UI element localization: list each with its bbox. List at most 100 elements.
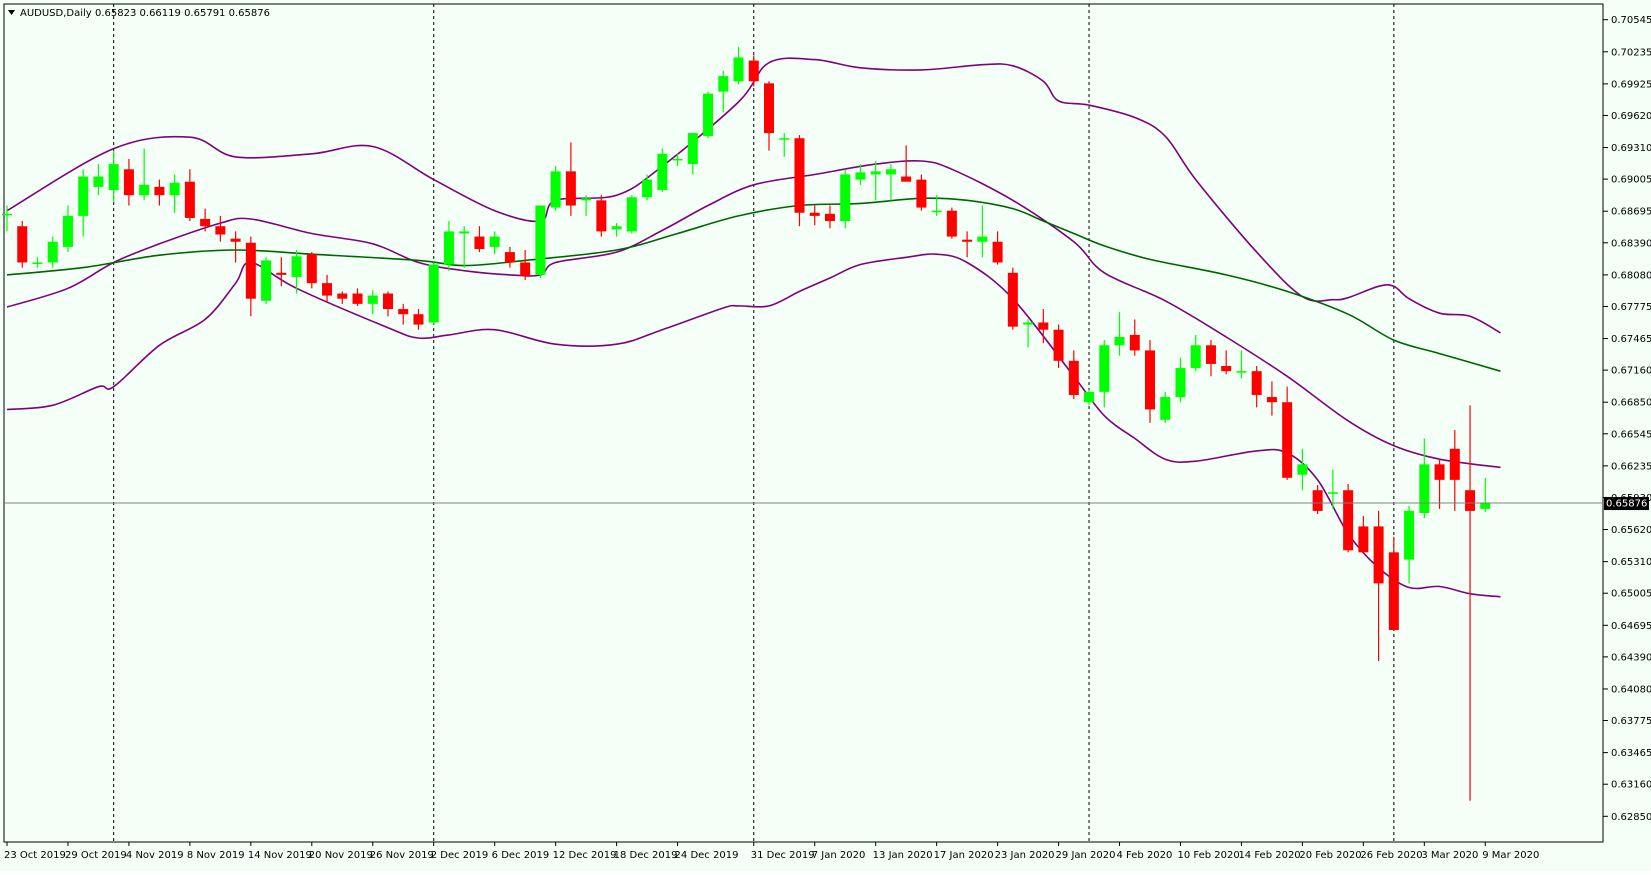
price-tick-label: 0.70235 xyxy=(1611,47,1651,58)
candle-body xyxy=(352,293,363,304)
candle xyxy=(703,91,714,139)
price-tick-label: 0.67775 xyxy=(1611,302,1651,313)
candle-body xyxy=(764,83,774,134)
time-tick-label: 9 Mar 2020 xyxy=(1482,850,1539,861)
time-tick-label: 3 Mar 2020 xyxy=(1421,850,1478,861)
candle-body xyxy=(291,256,302,277)
candle-body xyxy=(1236,371,1247,373)
price-tick-label: 0.66235 xyxy=(1611,461,1651,472)
time-tick-label: 20 Nov 2019 xyxy=(309,850,373,861)
time-tick-label: 26 Nov 2019 xyxy=(370,850,434,861)
candle-body xyxy=(276,272,287,275)
candle-body xyxy=(322,283,333,296)
candle-body xyxy=(1129,334,1140,351)
ohlc-values: 0.65823 0.66119 0.65791 0.65876 xyxy=(95,8,270,19)
price-tick-label: 0.69925 xyxy=(1611,79,1651,90)
candle-body xyxy=(779,138,790,140)
candle-body xyxy=(840,174,851,222)
candle xyxy=(794,135,805,227)
candle-body xyxy=(1465,490,1476,511)
time-tick-label: 13 Jan 2020 xyxy=(873,850,933,861)
candle-body xyxy=(1038,322,1049,330)
candle-body xyxy=(1053,329,1064,361)
candle-body xyxy=(642,179,653,198)
candle-body xyxy=(596,200,607,232)
candle-body xyxy=(398,309,409,315)
candle-body xyxy=(1419,464,1430,513)
price-tick-label: 0.65005 xyxy=(1611,589,1651,600)
price-tick-label: 0.63160 xyxy=(1611,780,1651,791)
candle xyxy=(261,257,272,304)
chart-background xyxy=(0,0,1651,871)
candle-body xyxy=(1007,272,1018,327)
candle-body xyxy=(1480,502,1491,509)
candle xyxy=(535,205,546,278)
candle-body xyxy=(901,176,912,182)
price-tick-label: 0.69620 xyxy=(1611,111,1651,122)
candle-body xyxy=(184,181,195,218)
candle xyxy=(428,262,439,325)
candle-body xyxy=(383,293,393,310)
candle-body xyxy=(977,236,988,242)
price-tick-label: 0.63465 xyxy=(1611,748,1651,759)
time-tick-label: 7 Jan 2020 xyxy=(812,850,866,861)
candle-body xyxy=(916,179,927,208)
time-tick-label: 14 Feb 2020 xyxy=(1238,850,1300,861)
candle-body xyxy=(581,198,592,201)
symbol-timeframe: AUDUSD,Daily xyxy=(20,8,92,19)
candle xyxy=(916,174,927,211)
candle-body xyxy=(1205,345,1216,364)
current-price-label: 0.65876 xyxy=(1606,499,1647,510)
price-tick-label: 0.68695 xyxy=(1611,207,1651,218)
candle-body xyxy=(504,252,515,263)
current-price-tag: 0.65876 xyxy=(1604,497,1649,511)
candle-body xyxy=(1175,368,1186,398)
candlestick-chart[interactable]: 0.70545 0.70235 0.69925 0.69620 0.69310 0.690… xyxy=(0,0,1651,871)
candle-body xyxy=(443,231,454,265)
candle-body xyxy=(1266,397,1277,403)
candle-body xyxy=(809,212,820,216)
candle-body xyxy=(870,171,881,175)
price-tick-label: 0.65620 xyxy=(1611,525,1651,536)
candle xyxy=(1343,483,1354,553)
candle-body xyxy=(367,295,378,304)
candle-body xyxy=(687,133,698,165)
price-tick-label: 0.70545 xyxy=(1611,15,1651,26)
candle-body xyxy=(1388,552,1399,630)
candle-body xyxy=(946,210,957,237)
candle-body xyxy=(78,176,89,216)
candle-body xyxy=(32,262,43,264)
candle-body xyxy=(489,236,500,247)
price-tick-label: 0.65310 xyxy=(1611,557,1651,568)
candle-body xyxy=(108,164,119,190)
candle-body xyxy=(718,76,729,92)
candle-body xyxy=(215,226,226,235)
price-tick-label: 0.69005 xyxy=(1611,175,1651,186)
candle-body xyxy=(139,184,150,196)
candle xyxy=(946,207,957,239)
candle-body xyxy=(1145,350,1155,410)
time-tick-label: 31 Dec 2019 xyxy=(751,850,815,861)
candle-body xyxy=(794,138,805,213)
candle-body xyxy=(1297,464,1308,475)
candle-body xyxy=(992,241,1003,263)
candle-body xyxy=(520,262,531,276)
candle-body xyxy=(1084,391,1095,403)
candle-body xyxy=(885,169,896,175)
candle-body xyxy=(306,254,317,284)
candle-body xyxy=(1373,526,1384,584)
candle-body xyxy=(413,314,424,325)
candle xyxy=(657,148,668,193)
candle-body xyxy=(1190,345,1201,369)
candle xyxy=(626,195,637,234)
candle-body xyxy=(1312,490,1323,511)
price-tick-label: 0.64695 xyxy=(1611,621,1651,632)
candle-body xyxy=(931,210,942,213)
candle-body xyxy=(47,241,58,263)
time-tick-label: 10 Feb 2020 xyxy=(1177,850,1239,861)
time-tick-label: 12 Dec 2019 xyxy=(553,850,617,861)
candle-body xyxy=(1251,371,1262,395)
price-tick-label: 0.66850 xyxy=(1611,398,1651,409)
time-tick-label: 18 Dec 2019 xyxy=(614,850,678,861)
candle-body xyxy=(1282,402,1293,478)
